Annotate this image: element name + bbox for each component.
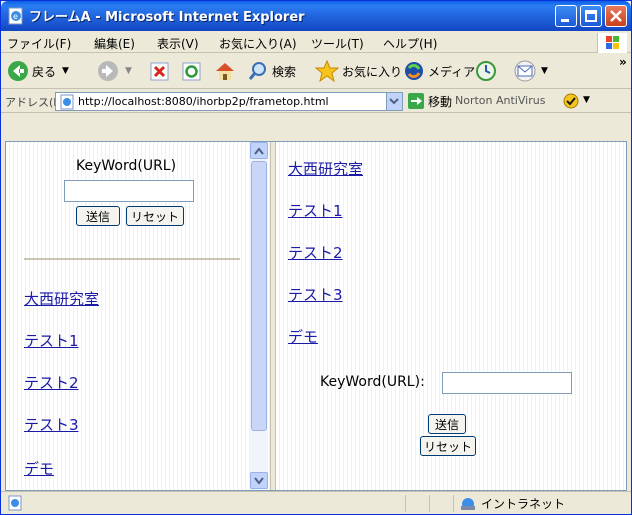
right-link-test1[interactable]: テスト1 bbox=[288, 200, 343, 221]
media-icon bbox=[405, 62, 423, 80]
search-icon bbox=[248, 62, 266, 80]
security-zone: イントラネット bbox=[459, 495, 565, 512]
home-button[interactable] bbox=[213, 59, 237, 83]
svg-text:e: e bbox=[13, 12, 18, 21]
right-link-test2[interactable]: テスト2 bbox=[288, 242, 343, 263]
history-button[interactable] bbox=[475, 59, 497, 83]
go-arrow-icon bbox=[408, 93, 424, 109]
scroll-up-button[interactable] bbox=[250, 142, 268, 159]
scroll-thumb[interactable] bbox=[251, 161, 267, 431]
address-dropdown-button[interactable] bbox=[386, 93, 402, 110]
back-label: 戻る bbox=[32, 64, 57, 79]
back-dropdown-icon[interactable]: ▼ bbox=[62, 66, 69, 76]
left-link-onishi-lab[interactable]: 大西研究室 bbox=[24, 288, 99, 309]
left-reset-button[interactable]: リセット bbox=[126, 206, 184, 226]
page-icon bbox=[60, 94, 74, 110]
norton-antivirus-label[interactable]: Norton AntiVirus bbox=[455, 94, 545, 107]
address-bar: アドレス(D) http://localhost:8080/ihorbp2p/f… bbox=[1, 89, 631, 113]
mail-dropdown-icon[interactable]: ▼ bbox=[541, 66, 548, 76]
forward-dropdown-icon[interactable]: ▼ bbox=[125, 66, 132, 76]
back-button[interactable]: 戻る ▼ bbox=[7, 59, 69, 83]
windows-logo-icon bbox=[606, 36, 619, 49]
status-bar: イントラネット bbox=[1, 491, 631, 514]
left-keyword-label: KeyWord(URL) bbox=[76, 158, 177, 174]
menu-bar: ファイル(F) 編集(E) 表示(V) お気に入り(A) ツール(T) ヘルプ(… bbox=[1, 31, 631, 53]
intranet-icon bbox=[461, 497, 475, 510]
menu-tools[interactable]: ツール(T) bbox=[311, 35, 364, 52]
left-submit-button[interactable]: 送信 bbox=[76, 206, 120, 226]
close-button[interactable] bbox=[605, 5, 627, 27]
forward-button[interactable]: ▼ bbox=[97, 59, 132, 83]
go-button[interactable]: 移動 bbox=[407, 92, 452, 110]
norton-dropdown-icon[interactable]: ▼ bbox=[583, 95, 590, 105]
menu-favorites[interactable]: お気に入り(A) bbox=[219, 35, 297, 52]
right-link-demo[interactable]: デモ bbox=[288, 326, 318, 347]
right-keyword-input[interactable] bbox=[442, 372, 572, 394]
toolbar: 戻る ▼ ▼ 検索 お気に入り メディア ▼ » bbox=[1, 53, 631, 89]
search-button[interactable]: 検索 bbox=[247, 59, 296, 83]
left-link-test3[interactable]: テスト3 bbox=[24, 414, 79, 435]
scroll-down-button[interactable] bbox=[250, 472, 268, 489]
search-label: 検索 bbox=[272, 64, 297, 79]
norton-shield-icon[interactable] bbox=[563, 93, 579, 109]
menu-help[interactable]: ヘルプ(H) bbox=[383, 35, 437, 52]
favorites-label: お気に入り bbox=[342, 64, 403, 79]
left-link-demo[interactable]: デモ bbox=[24, 458, 54, 479]
stop-icon bbox=[150, 62, 169, 81]
star-icon bbox=[315, 60, 339, 82]
left-link-test2[interactable]: テスト2 bbox=[24, 372, 79, 393]
right-frame: 大西研究室 テスト1 テスト2 テスト3 デモ KeyWord(URL): 送信… bbox=[276, 142, 626, 490]
left-frame: KeyWord(URL) 送信 リセット 大西研究室 テスト1 テスト2 テスト… bbox=[6, 142, 270, 490]
chevron-down-icon bbox=[389, 98, 399, 105]
window-title: フレームA - Microsoft Internet Explorer bbox=[29, 10, 305, 25]
status-pane bbox=[405, 495, 427, 512]
chevron-up-icon bbox=[254, 146, 264, 155]
ie-page-icon: e bbox=[8, 7, 23, 25]
title-bar[interactable]: e フレームA - Microsoft Internet Explorer bbox=[1, 1, 631, 31]
browser-window: e フレームA - Microsoft Internet Explorer ファ… bbox=[0, 0, 632, 515]
right-keyword-label: KeyWord(URL): bbox=[320, 374, 425, 390]
right-link-onishi-lab[interactable]: 大西研究室 bbox=[288, 158, 363, 179]
stop-button[interactable] bbox=[149, 59, 171, 83]
toolbar-overflow-icon[interactable]: » bbox=[619, 55, 627, 69]
go-label: 移動 bbox=[428, 94, 453, 109]
left-scrollbar[interactable] bbox=[250, 142, 268, 490]
zone-label: イントラネット bbox=[481, 497, 566, 511]
forward-arrow-icon bbox=[98, 61, 118, 81]
left-keyword-input[interactable] bbox=[64, 180, 194, 202]
menu-file[interactable]: ファイル(F) bbox=[7, 35, 71, 52]
maximize-icon bbox=[585, 10, 597, 22]
right-link-test3[interactable]: テスト3 bbox=[288, 284, 343, 305]
page-content: KeyWord(URL) 送信 リセット 大西研究室 テスト1 テスト2 テスト… bbox=[5, 141, 627, 491]
close-icon bbox=[610, 10, 622, 22]
home-icon bbox=[216, 63, 234, 80]
mail-button[interactable]: ▼ bbox=[513, 59, 548, 83]
right-submit-button[interactable]: 送信 bbox=[428, 414, 466, 434]
minimize-icon bbox=[561, 19, 569, 22]
media-label: メディア bbox=[428, 64, 476, 79]
maximize-button[interactable] bbox=[580, 5, 602, 27]
left-link-test1[interactable]: テスト1 bbox=[24, 330, 79, 351]
refresh-icon bbox=[182, 62, 201, 81]
history-icon bbox=[476, 61, 496, 81]
menu-edit[interactable]: 編集(E) bbox=[94, 35, 135, 52]
right-reset-button[interactable]: リセット bbox=[420, 436, 476, 456]
media-button[interactable]: メディア bbox=[403, 59, 475, 83]
minimize-button[interactable] bbox=[555, 5, 577, 27]
address-input[interactable]: http://localhost:8080/ihorbp2p/frametop.… bbox=[55, 92, 403, 111]
back-arrow-icon bbox=[8, 61, 28, 81]
divider bbox=[24, 258, 240, 260]
mail-icon bbox=[514, 60, 536, 82]
chevron-down-icon bbox=[254, 476, 264, 485]
windows-flag-logo bbox=[597, 33, 627, 53]
page-status-icon bbox=[8, 495, 22, 511]
menu-view[interactable]: 表示(V) bbox=[157, 35, 199, 52]
address-url: http://localhost:8080/ihorbp2p/frametop.… bbox=[78, 95, 329, 108]
favorites-button[interactable]: お気に入り bbox=[315, 59, 402, 83]
refresh-button[interactable] bbox=[181, 59, 203, 83]
status-pane bbox=[429, 495, 451, 512]
